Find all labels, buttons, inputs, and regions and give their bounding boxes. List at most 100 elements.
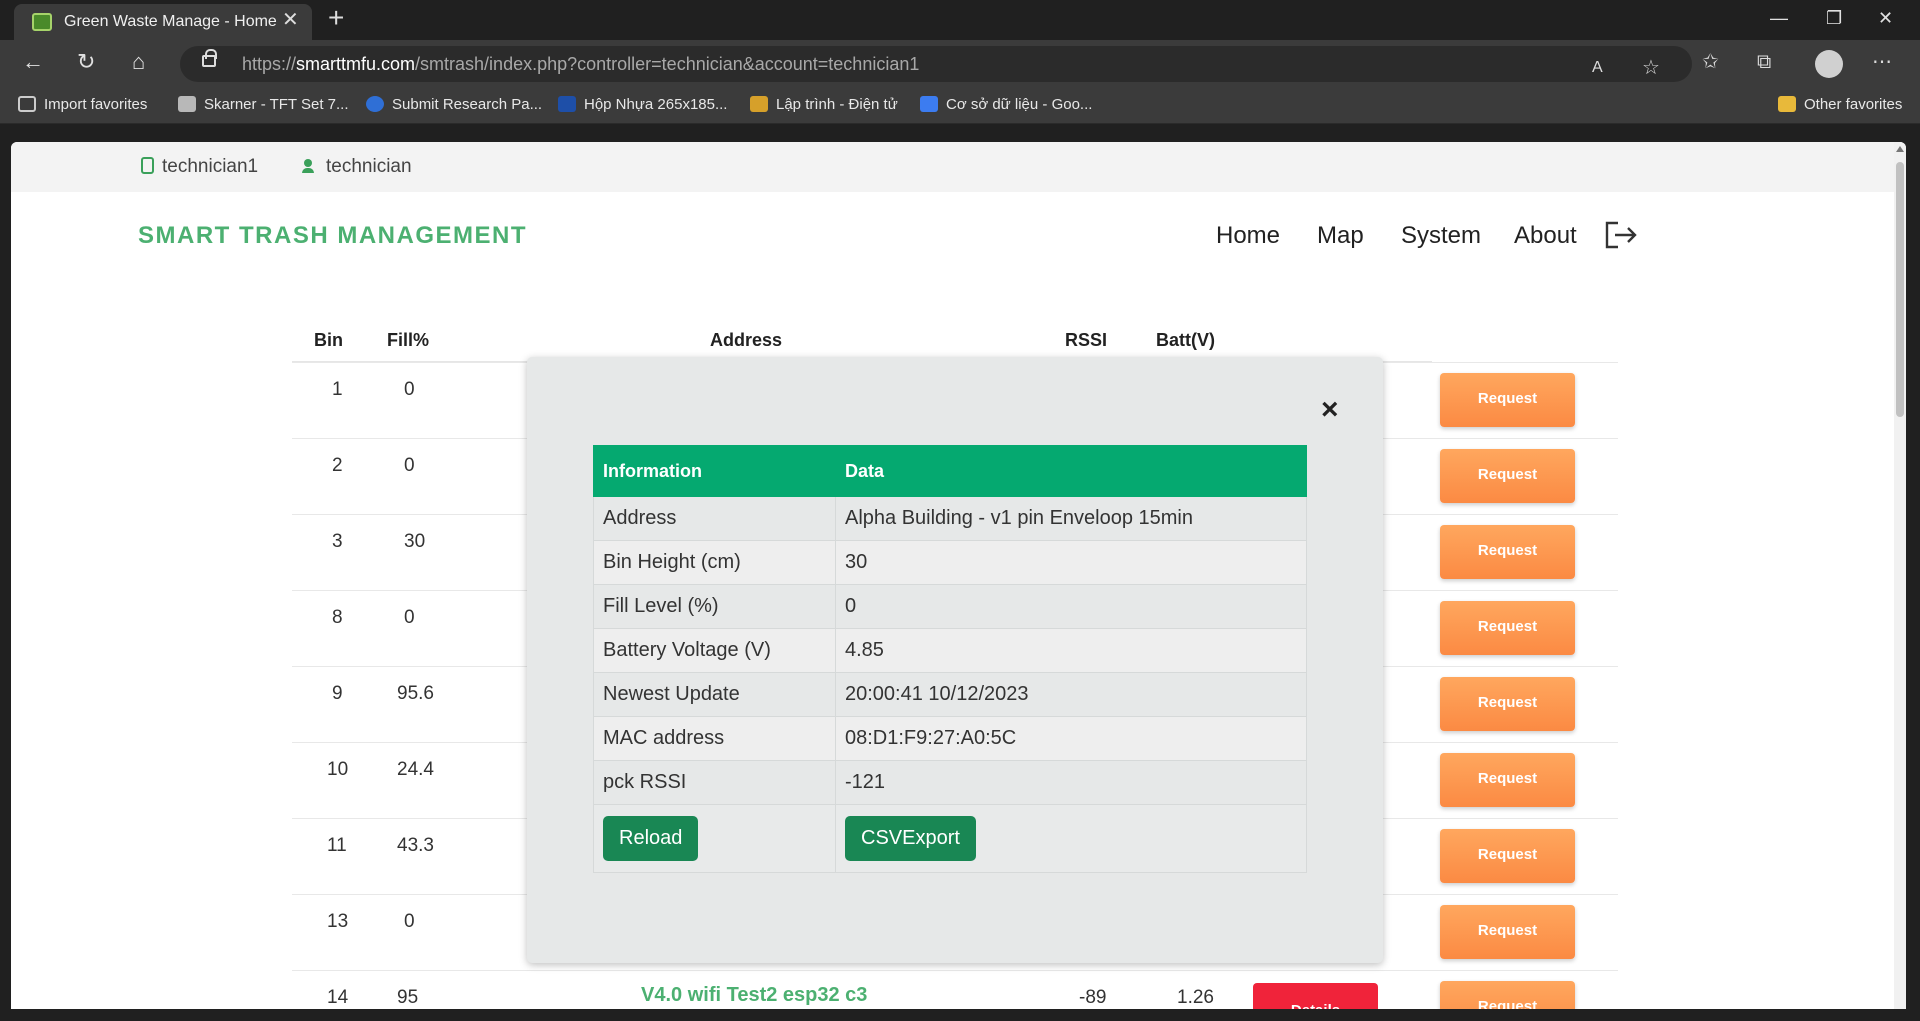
id-card-icon [141, 157, 154, 174]
request-button[interactable]: Request [1440, 753, 1575, 807]
request-button[interactable]: Request [1440, 601, 1575, 655]
skarner-icon [178, 96, 196, 112]
bin-number: 1 [332, 379, 343, 400]
read-aloud-icon[interactable]: A [1592, 56, 1603, 80]
new-tab-icon[interactable]: + [328, 4, 344, 32]
info-value: Alpha Building - v1 pin Enveloop 15min [835, 496, 1307, 541]
url-text[interactable]: https://smarttmfu.com/smtrash/index.php?… [242, 54, 919, 75]
header-rssi: RSSI [1065, 330, 1108, 350]
fill-percent: 43.3 [397, 835, 434, 856]
bin-address-link[interactable]: V4.0 wifi Test2 esp32 c3 [641, 984, 867, 1007]
info-value: 0 [835, 584, 1307, 629]
export-cell: CSVExport [835, 804, 1307, 873]
header-batt: Batt(V) [1156, 330, 1215, 350]
info-label: Newest Update [593, 672, 836, 717]
minimize-icon[interactable]: — [1770, 8, 1788, 28]
folder-icon [1778, 96, 1796, 112]
page-viewport: technician1 technician SMART TRASH MANAG… [11, 142, 1906, 1009]
trash-favicon-icon [32, 13, 52, 31]
nav-home[interactable]: Home [1216, 222, 1280, 250]
more-menu-icon[interactable]: ⋯ [1872, 50, 1892, 74]
other-favorites[interactable]: Other favorites [1778, 96, 1902, 113]
close-window-icon[interactable]: ✕ [1878, 8, 1893, 28]
info-value: 08:D1:F9:27:A0:5C [835, 716, 1307, 761]
nav-map[interactable]: Map [1317, 222, 1364, 250]
table-row: 14 95 V4.0 wifi Test2 esp32 c3 -89 1.26 … [292, 970, 1618, 1009]
rssi-value: -89 [1079, 987, 1107, 1008]
bin-number: 3 [332, 531, 343, 552]
page-scrollbar[interactable] [1894, 142, 1906, 1009]
refresh-icon[interactable]: ↻ [77, 50, 95, 74]
bin-number: 10 [327, 759, 349, 780]
request-button[interactable]: Request [1440, 905, 1575, 959]
favorite-lap-trinh[interactable]: Lập trình - Điện tử [750, 96, 898, 113]
favorites-bar: Import favorites Skarner - TFT Set 7... … [0, 88, 1920, 124]
nav-about[interactable]: About [1514, 222, 1577, 250]
collections-icon[interactable]: ⧉ [1757, 50, 1771, 74]
close-icon[interactable]: × [1321, 395, 1339, 425]
header-fill: Fill% [387, 330, 430, 350]
fill-percent: 0 [404, 607, 415, 628]
logout-icon[interactable] [1604, 220, 1638, 250]
info-label: Bin Height (cm) [593, 540, 836, 585]
request-button[interactable]: Request [1440, 677, 1575, 731]
fill-percent: 30 [404, 531, 426, 552]
add-favorite-icon[interactable]: ☆ [1642, 56, 1660, 80]
favorite-skarner[interactable]: Skarner - TFT Set 7... [178, 96, 349, 113]
request-button[interactable]: Request [1440, 373, 1575, 427]
bin-info-table: Information Data Address Alpha Building … [593, 445, 1307, 873]
info-label: Battery Voltage (V) [593, 628, 836, 673]
fill-percent: 0 [404, 379, 415, 400]
fill-percent: 95 [397, 987, 419, 1008]
google-docs-icon [920, 96, 938, 112]
info-label: Fill Level (%) [593, 584, 836, 629]
browser-tab-bar: Green Waste Manage - Home ✕ + — ❐ ✕ [0, 0, 1920, 40]
request-button[interactable]: Request [1440, 829, 1575, 883]
brand-title[interactable]: SMART TRASH MANAGEMENT [138, 222, 527, 250]
back-icon[interactable]: ← [22, 50, 44, 74]
csv-export-button[interactable]: CSVExport [845, 816, 976, 861]
request-button[interactable]: Request [1440, 525, 1575, 579]
scroll-thumb[interactable] [1896, 162, 1904, 417]
reload-cell: Reload [593, 804, 836, 873]
account-name: technician1 [141, 156, 258, 178]
bin-number: 13 [327, 911, 349, 932]
bin-number: 8 [332, 607, 343, 628]
favorite-co-so-du-lieu[interactable]: Cơ sở dữ liệu - Goo... [920, 96, 1092, 113]
fill-percent: 0 [404, 455, 415, 476]
hop-nhua-icon [558, 96, 576, 112]
request-button[interactable]: Request [1440, 981, 1575, 1009]
request-button[interactable]: Request [1440, 449, 1575, 503]
lap-trinh-icon [750, 96, 768, 112]
favorite-import[interactable]: Import favorites [18, 96, 147, 113]
submit-research-icon [366, 96, 384, 112]
scroll-up-arrow-icon[interactable] [1896, 146, 1904, 152]
profile-avatar[interactable] [1815, 50, 1843, 78]
close-tab-icon[interactable]: ✕ [282, 10, 299, 30]
info-value: -121 [835, 760, 1307, 805]
bin-number: 9 [332, 683, 343, 704]
favorite-submit-research[interactable]: Submit Research Pa... [366, 96, 542, 113]
header-bin: Bin [314, 330, 343, 350]
favorite-hop-nhua[interactable]: Hộp Nhựa 265x185... [558, 96, 727, 113]
user-check-icon [302, 159, 318, 173]
import-icon [18, 96, 36, 112]
address-bar[interactable]: https://smarttmfu.com/smtrash/index.php?… [180, 46, 1692, 82]
lock-icon[interactable] [202, 49, 217, 67]
home-icon[interactable]: ⌂ [132, 50, 145, 74]
bin-number: 2 [332, 455, 343, 476]
info-label: pck RSSI [593, 760, 836, 805]
restore-icon[interactable]: ❐ [1826, 8, 1842, 28]
details-button[interactable]: Details [1253, 983, 1378, 1009]
user-bar: technician1 technician [11, 142, 1906, 192]
favorites-icon[interactable]: ✩ [1702, 50, 1719, 74]
nav-system[interactable]: System [1401, 222, 1481, 250]
browser-tab[interactable]: Green Waste Manage - Home ✕ [14, 4, 312, 40]
bin-number: 11 [327, 835, 347, 856]
info-label: MAC address [593, 716, 836, 761]
info-value: 20:00:41 10/12/2023 [835, 672, 1307, 717]
column-header-information: Information [593, 445, 836, 497]
bin-number: 14 [327, 987, 349, 1008]
reload-button[interactable]: Reload [603, 816, 699, 861]
column-header-data: Data [835, 445, 1307, 497]
